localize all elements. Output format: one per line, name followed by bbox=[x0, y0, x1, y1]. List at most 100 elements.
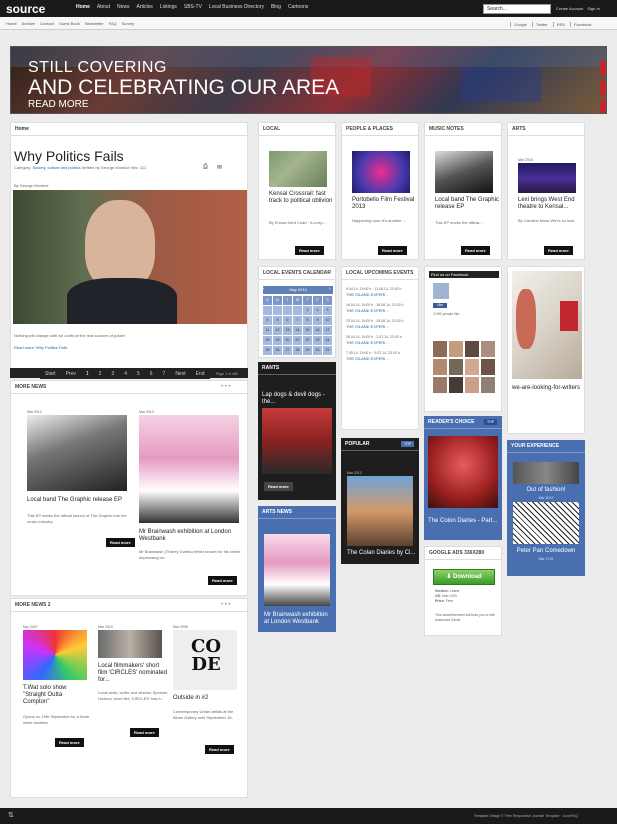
panel-item-title[interactable]: Portobello Film Festival 2013 bbox=[352, 197, 416, 211]
panel-photo[interactable] bbox=[269, 151, 327, 187]
download-button[interactable]: ⬇ Download bbox=[433, 569, 495, 585]
calendar-day[interactable]: 29 bbox=[303, 346, 312, 355]
writers-link[interactable]: we-are-looking-for-writers bbox=[512, 385, 582, 392]
news-title[interactable]: Mr Brainwash exhibition at London Westba… bbox=[139, 529, 244, 543]
calendar-day[interactable]: 10 bbox=[323, 316, 332, 325]
nav-item-home[interactable]: Home bbox=[76, 4, 90, 10]
subnav-survey[interactable]: Survey bbox=[122, 21, 134, 26]
calendar-day[interactable]: 26 bbox=[273, 346, 282, 355]
subnav-guest-book[interactable]: Guest Book bbox=[59, 21, 80, 26]
calendar-day[interactable]: 9 bbox=[313, 316, 322, 325]
panel-photo[interactable] bbox=[428, 436, 498, 508]
avatar[interactable] bbox=[481, 359, 495, 375]
pager-page-6[interactable]: 6 bbox=[145, 369, 158, 379]
nav-item-cartoons[interactable]: Cartoons bbox=[288, 4, 308, 10]
pager-page-1[interactable]: 1 bbox=[81, 369, 94, 379]
hero-side-tab[interactable] bbox=[600, 81, 606, 95]
read-more-button[interactable]: Read more bbox=[295, 246, 324, 255]
event-link[interactable]: THE ISLAND EXPERI... bbox=[346, 324, 418, 330]
news-title[interactable]: Local filmmakers' short film 'CIRCLES' n… bbox=[98, 663, 168, 684]
create-account-link[interactable]: Create Account bbox=[556, 6, 583, 11]
read-more-button[interactable]: Read more bbox=[544, 246, 573, 255]
calendar-day[interactable]: 1 bbox=[303, 306, 312, 315]
calendar-day[interactable]: 30 bbox=[313, 346, 322, 355]
avatar[interactable] bbox=[433, 377, 447, 393]
calendar-day[interactable]: 25 bbox=[263, 346, 272, 355]
calendar-day[interactable]: 12 bbox=[273, 326, 282, 335]
avatar[interactable] bbox=[449, 341, 463, 357]
calendar-day[interactable]: 2 bbox=[313, 306, 322, 315]
calendar-day[interactable]: 31 bbox=[323, 346, 332, 355]
avatar[interactable] bbox=[465, 341, 479, 357]
nav-item-business-directory[interactable]: Local Business Directory bbox=[209, 4, 264, 10]
panel-item-title[interactable]: Kensal Crossrail: fast track to politica… bbox=[269, 191, 333, 205]
calendar-day[interactable]: 22 bbox=[303, 336, 312, 345]
pager-page-4[interactable]: 4 bbox=[119, 369, 132, 379]
calendar-day[interactable]: 17 bbox=[323, 326, 332, 335]
nav-item-articles[interactable]: Articles bbox=[137, 4, 153, 10]
article-photo[interactable] bbox=[13, 190, 247, 324]
news-photo[interactable] bbox=[98, 630, 162, 658]
calendar-day[interactable]: 8 bbox=[303, 316, 312, 325]
hero-read-more[interactable]: READ MORE bbox=[28, 99, 89, 110]
panel-item-title[interactable]: Lexi brings West End theatre to Kensal..… bbox=[518, 197, 582, 211]
back-to-top-icon[interactable]: ⇅ bbox=[8, 811, 14, 819]
category-link[interactable]: Society, culture and politics bbox=[32, 165, 80, 170]
calendar-day[interactable]: 24 bbox=[323, 336, 332, 345]
calendar-day[interactable]: 4 bbox=[263, 316, 272, 325]
calendar-day[interactable]: 6 bbox=[283, 316, 292, 325]
avatar[interactable] bbox=[465, 359, 479, 375]
subnav-newsletter[interactable]: Newsletter bbox=[85, 21, 104, 26]
event-link[interactable]: THE ISLAND EXPERI... bbox=[346, 292, 418, 298]
panel-photo[interactable] bbox=[518, 163, 576, 193]
panel-item-title[interactable]: Mr Brainwash exhibition at London Westba… bbox=[264, 612, 334, 626]
pager-page-3[interactable]: 3 bbox=[106, 369, 119, 379]
nav-item-news[interactable]: News bbox=[117, 4, 130, 10]
subnav-home[interactable]: Home bbox=[6, 21, 17, 26]
nav-item-blog[interactable]: Blog bbox=[271, 4, 281, 10]
avatar[interactable] bbox=[481, 341, 495, 357]
calendar-day[interactable]: 5 bbox=[273, 316, 282, 325]
read-more-button[interactable]: Read more bbox=[106, 538, 135, 547]
panel-photo[interactable] bbox=[513, 462, 579, 484]
calendar-day[interactable]: 7 bbox=[293, 316, 302, 325]
top-badge[interactable]: TOP bbox=[484, 419, 498, 425]
subnav-faq[interactable]: FAQ bbox=[109, 21, 117, 26]
calendar-day[interactable]: 19 bbox=[273, 336, 282, 345]
read-more-button[interactable]: Read more bbox=[130, 728, 159, 737]
news-photo[interactable]: CO DE bbox=[173, 630, 237, 690]
sign-in-link[interactable]: Sign In bbox=[587, 6, 599, 11]
read-more-link[interactable]: Read more: Why Politics Fails bbox=[14, 345, 67, 351]
panel-photo[interactable] bbox=[435, 151, 493, 193]
nav-item-about[interactable]: About bbox=[97, 4, 110, 10]
avatar[interactable] bbox=[433, 359, 447, 375]
panel-item-title[interactable]: Lap dogs & devil dogs - the... bbox=[262, 392, 332, 406]
calendar-day[interactable]: 27 bbox=[283, 346, 292, 355]
avatar[interactable] bbox=[481, 377, 495, 393]
breadcrumb[interactable]: Home bbox=[11, 123, 247, 136]
search-input[interactable]: Search... bbox=[483, 4, 551, 14]
subnav-archive[interactable]: Archive bbox=[22, 21, 35, 26]
panel-item-title[interactable]: Local band The Graphic release EP bbox=[435, 197, 499, 211]
avatar[interactable] bbox=[433, 341, 447, 357]
panel-photo[interactable] bbox=[264, 534, 330, 606]
panel-photo[interactable] bbox=[262, 408, 332, 474]
panel-photo[interactable] bbox=[347, 476, 413, 546]
calendar-day[interactable]: 15 bbox=[303, 326, 312, 335]
news-title[interactable]: Outside in #2 bbox=[173, 695, 243, 702]
calendar-day[interactable]: 13 bbox=[283, 326, 292, 335]
pager-end[interactable]: End bbox=[191, 369, 210, 379]
calendar-day[interactable]: 28 bbox=[293, 346, 302, 355]
subnav-contact[interactable]: Contact bbox=[40, 21, 54, 26]
read-more-button[interactable]: Read more bbox=[205, 745, 234, 754]
panel-item-title[interactable]: The Colon Diaries - Part... bbox=[428, 518, 498, 525]
pager-page-5[interactable]: 5 bbox=[132, 369, 145, 379]
panel-photo[interactable] bbox=[352, 151, 410, 193]
facebook-page-icon[interactable] bbox=[433, 283, 449, 299]
writers-photo[interactable] bbox=[512, 271, 582, 379]
nav-item-sbs-tv[interactable]: SBS-TV bbox=[184, 4, 202, 10]
prev-month-icon[interactable]: ‹ bbox=[263, 286, 265, 292]
facebook-like-button[interactable]: Like bbox=[433, 303, 447, 308]
pager-start[interactable]: Start bbox=[40, 369, 61, 379]
read-more-button[interactable]: Read more bbox=[208, 576, 237, 585]
